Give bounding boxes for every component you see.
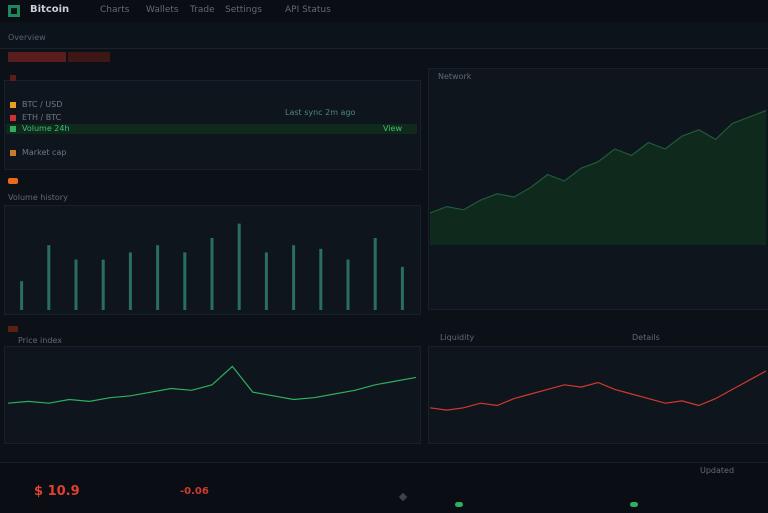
sync-status-text: Last sync 2m ago: [285, 108, 356, 117]
volume-bar: [101, 259, 105, 310]
updated-label: Updated: [700, 466, 735, 475]
volume-bar: [128, 252, 132, 310]
series-line: [430, 370, 766, 411]
balance-value: $ 10.9: [34, 484, 80, 499]
volume-bar: [373, 238, 377, 310]
volume-bar-chart: [20, 223, 404, 310]
series-line: [8, 365, 416, 404]
status-dot-icon: [630, 502, 638, 507]
volume-bar: [319, 248, 323, 310]
market-row-label: Market cap: [22, 148, 67, 157]
market-row-label: BTC / USD: [22, 100, 63, 109]
volume-bar: [20, 281, 24, 310]
volume-bar: [210, 238, 214, 310]
market-row-label: Volume 24h: [22, 124, 70, 133]
volume-bar: [346, 259, 350, 310]
brand-name: Bitcoin: [30, 4, 70, 15]
sub-bar: [0, 22, 768, 49]
alert-badge[interactable]: [8, 52, 66, 62]
logo-icon: [8, 5, 20, 17]
network-panel-title: Network: [438, 72, 472, 81]
nav-item-trade[interactable]: Trade: [190, 5, 215, 15]
change-value: -0.06: [180, 486, 209, 497]
alert-badge-secondary[interactable]: [68, 52, 110, 62]
volume-marker-icon: [8, 178, 18, 184]
series-area: [430, 110, 766, 245]
market-row-label: ETH / BTC: [22, 113, 62, 122]
volume-bar: [264, 252, 268, 310]
price-line-chart: [8, 365, 416, 404]
page-title: Overview: [8, 33, 46, 42]
footer-bar: [0, 462, 768, 513]
nav-item-wallets[interactable]: Wallets: [146, 5, 179, 15]
nav-item-api-status[interactable]: API Status: [285, 5, 331, 15]
liquidity-panel-title: Liquidity: [440, 333, 475, 342]
market-row-bullet-icon: [10, 115, 16, 121]
market-row-bullet-icon: [10, 150, 16, 156]
volume-bar: [47, 245, 51, 310]
volume-panel-title: Volume history: [8, 193, 68, 202]
nav-item-settings[interactable]: Settings: [225, 5, 262, 15]
volume-bar: [183, 252, 187, 310]
panel-marker-icon: [10, 75, 16, 81]
liquidity-line-chart: [430, 370, 766, 411]
volume-bar: [237, 223, 241, 310]
price-panel-title: Price index: [18, 336, 62, 345]
volume-bar: [74, 259, 78, 310]
price-marker-icon: [8, 326, 18, 332]
market-row-value: View: [383, 124, 402, 133]
market-row-bullet-icon: [10, 102, 16, 108]
market-row-bullet-icon: [10, 126, 16, 132]
status-dot-icon: [455, 502, 463, 507]
volume-bar: [400, 266, 404, 310]
nav-item-charts[interactable]: Charts: [100, 5, 129, 15]
volume-bar: [292, 245, 296, 310]
liquidity-details-link[interactable]: Details: [632, 333, 660, 342]
volume-bar: [156, 245, 160, 310]
network-area-chart: [430, 110, 766, 245]
